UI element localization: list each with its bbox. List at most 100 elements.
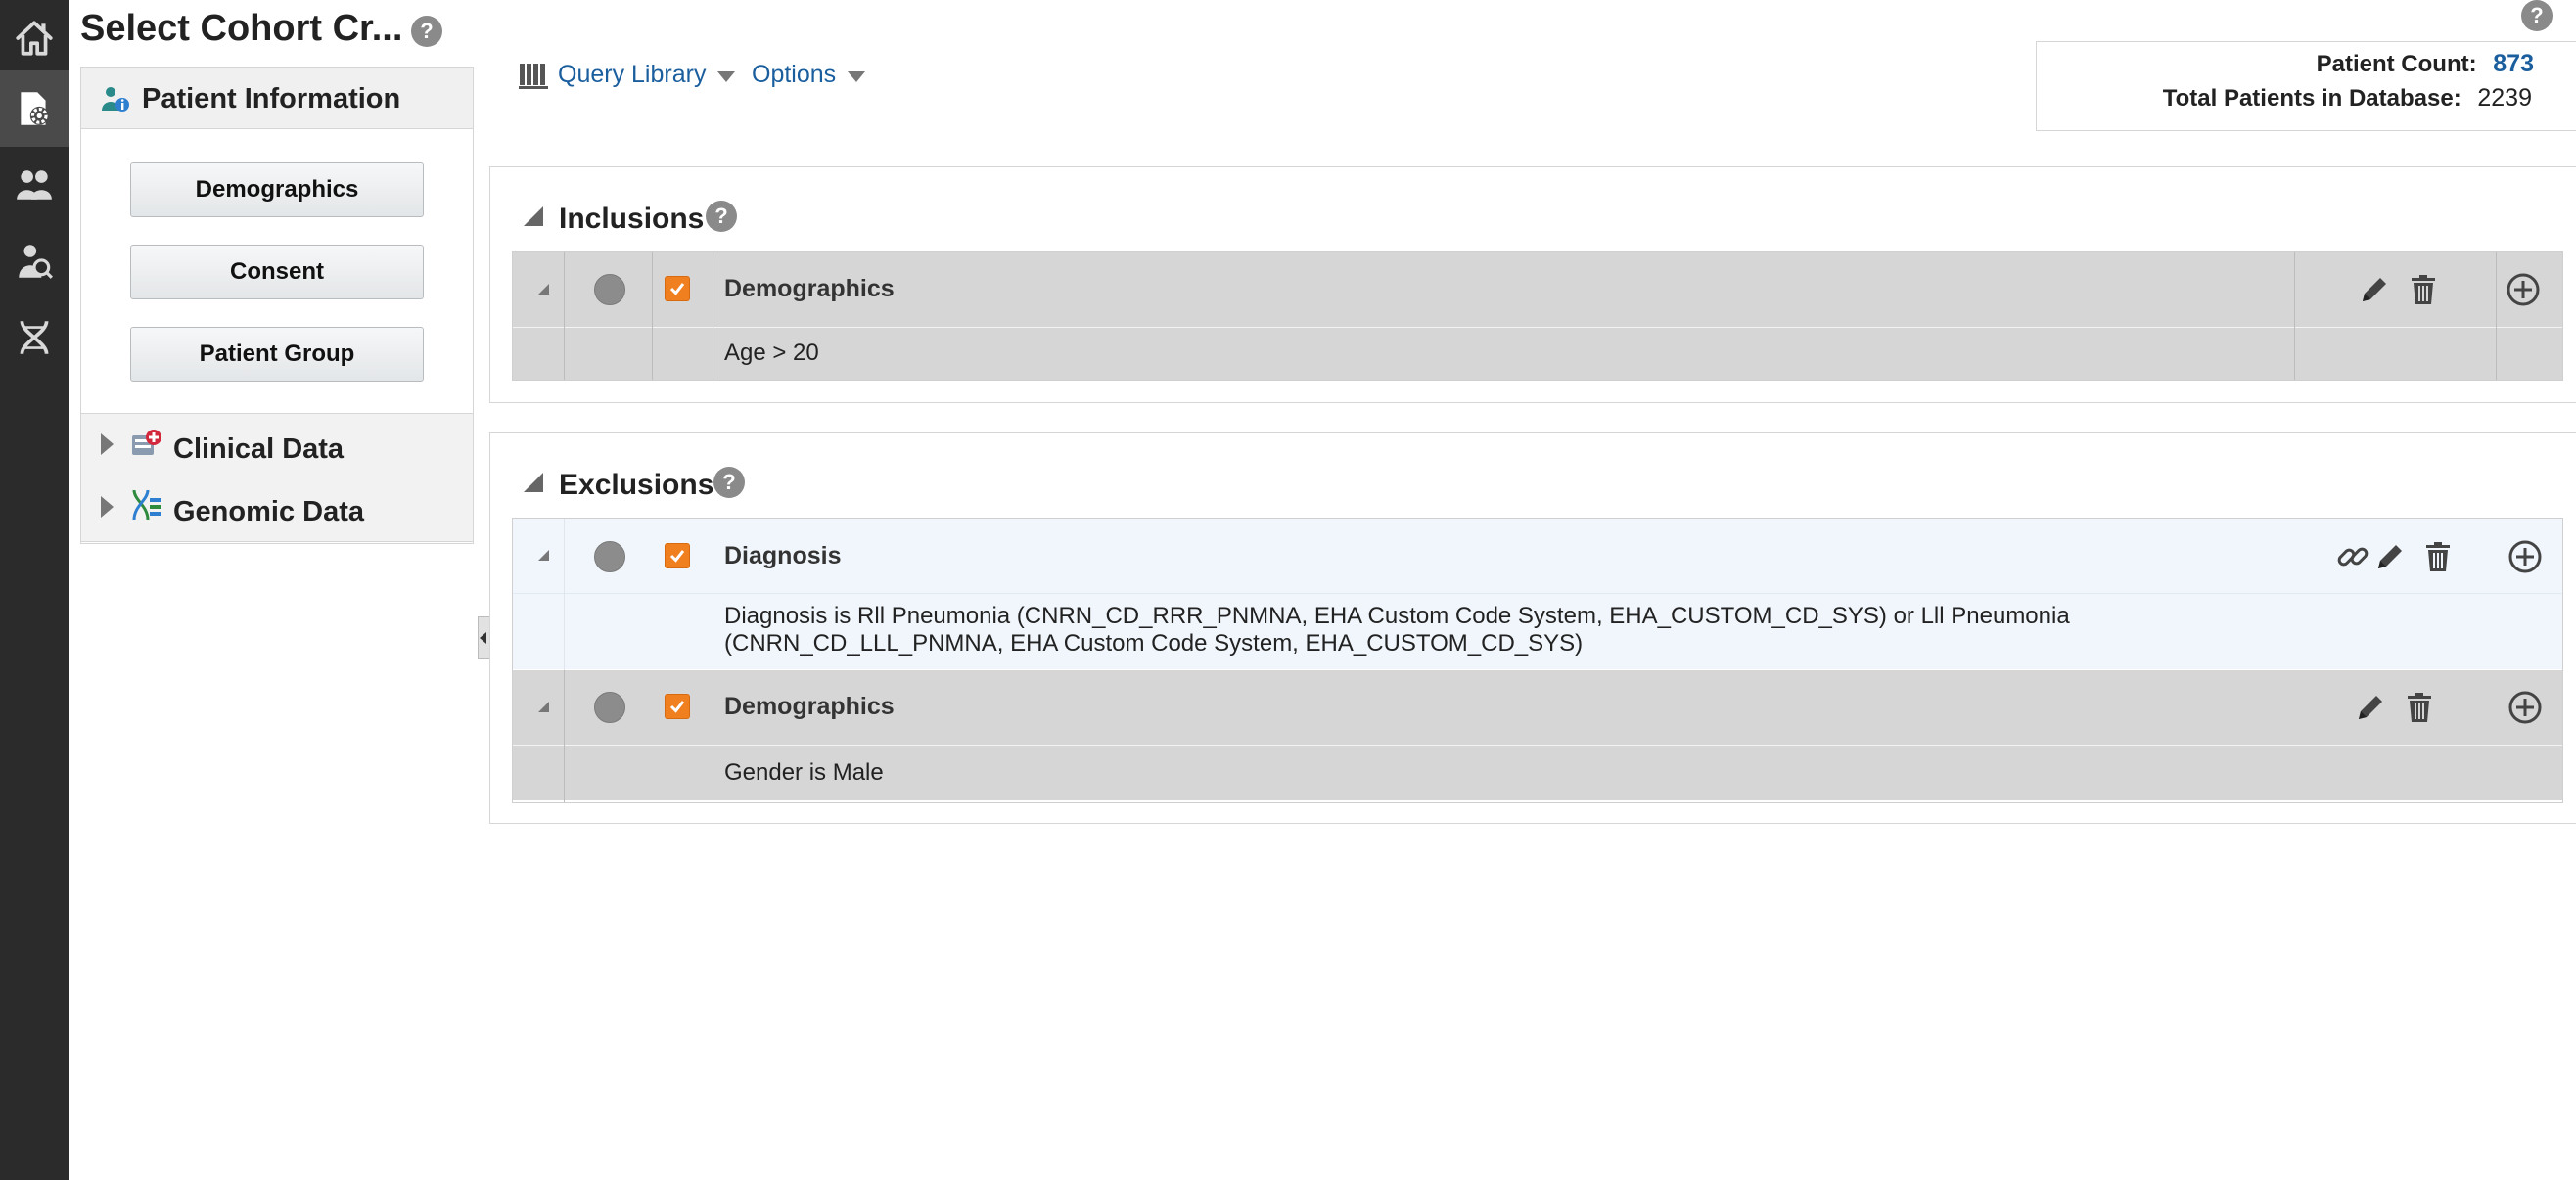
patient-count-label: Patient Count: xyxy=(2316,51,2477,77)
criterion-row[interactable]: Diagnosis xyxy=(513,519,2562,593)
add-circle-icon xyxy=(2507,273,2540,306)
consent-button[interactable]: Consent xyxy=(130,245,424,299)
expand-arrow-icon xyxy=(101,496,114,518)
query-library-label: Query Library xyxy=(558,61,707,88)
trash-icon xyxy=(2412,275,2435,304)
criterion-detail-row: Gender is Male xyxy=(513,746,2562,800)
criterion-row[interactable]: Demographics xyxy=(513,670,2562,745)
nav-home[interactable] xyxy=(0,0,69,76)
criterion-detail-row: Age > 20 xyxy=(513,328,2562,380)
page-title: Select Cohort Cr... xyxy=(80,8,403,49)
inclusions-help-icon[interactable]: ? xyxy=(706,201,737,232)
criterion-detail-row: Diagnosis is Rll Pneumonia (CNRN_CD_RRR_… xyxy=(513,594,2562,669)
pencil-icon xyxy=(2363,278,2386,301)
genomic-data-icon xyxy=(132,489,161,521)
column-divider xyxy=(564,670,565,802)
patient-info-icon xyxy=(102,87,129,112)
criterion-radio[interactable] xyxy=(594,692,625,723)
total-patients-value: 2239 xyxy=(2477,84,2532,112)
genomic-data-label: Genomic Data xyxy=(173,496,364,527)
row-divider xyxy=(513,745,2562,746)
criterion-checkbox[interactable] xyxy=(665,543,690,568)
patient-count-row: Patient Count: 873 xyxy=(2317,50,2534,78)
criteria-panel: Patient Information Demographics Consent… xyxy=(80,67,474,544)
dna-icon xyxy=(20,320,49,355)
accordion-patient-information[interactable]: Patient Information xyxy=(81,68,473,129)
column-divider xyxy=(652,252,653,380)
inclusions-title: Inclusions xyxy=(559,203,705,235)
criterion-radio[interactable] xyxy=(594,274,625,305)
collapse-section-icon[interactable] xyxy=(524,473,543,492)
column-divider xyxy=(2294,252,2295,380)
chevron-down-icon xyxy=(717,71,736,82)
cohort-settings-icon xyxy=(21,92,49,125)
collapse-row-icon[interactable] xyxy=(538,702,549,712)
query-library-menu[interactable]: Query Library xyxy=(519,61,736,89)
criterion-detail-line1: Diagnosis is Rll Pneumonia (CNRN_CD_RRR_… xyxy=(724,603,2070,629)
demographics-button[interactable]: Demographics xyxy=(130,162,424,217)
exclusions-title: Exclusions xyxy=(559,469,714,501)
exclusions-grid: Diagnosis Diagnosis is Rll Pneumonia (CN… xyxy=(512,518,2563,803)
criterion-checkbox[interactable] xyxy=(665,276,690,301)
trash-icon xyxy=(2426,542,2450,571)
patient-group-button[interactable]: Patient Group xyxy=(130,327,424,382)
collapse-row-icon[interactable] xyxy=(538,550,549,561)
title-help-icon[interactable]: ? xyxy=(411,16,442,47)
column-divider xyxy=(2496,252,2497,380)
patient-count-value[interactable]: 873 xyxy=(2493,50,2534,77)
clinical-data-icon xyxy=(132,430,161,455)
checkmark-icon xyxy=(669,701,685,713)
criterion-row[interactable]: Demographics xyxy=(513,252,2562,327)
edit-button[interactable] xyxy=(2357,272,2392,307)
accordion-genomic-data[interactable]: Genomic Data xyxy=(81,477,473,542)
link-icon xyxy=(2337,547,2369,567)
pencil-icon xyxy=(2359,696,2382,719)
pencil-icon xyxy=(2378,545,2402,568)
add-criterion-button[interactable] xyxy=(2506,272,2541,307)
collapse-row-icon[interactable] xyxy=(538,284,549,295)
add-criterion-button[interactable] xyxy=(2507,690,2543,725)
nav-patients[interactable] xyxy=(0,147,69,223)
criterion-radio[interactable] xyxy=(594,541,625,572)
nav-cohort[interactable] xyxy=(0,70,69,147)
criterion-detail-line2: (CNRN_CD_LLL_PNMNA, EHA Custom Code Syst… xyxy=(724,630,1584,657)
row-divider xyxy=(513,593,2562,594)
delete-button[interactable] xyxy=(2406,272,2441,307)
edit-button[interactable] xyxy=(2353,690,2388,725)
home-icon xyxy=(16,21,53,56)
trash-icon xyxy=(2408,693,2431,722)
total-patients-label: Total Patients in Database: xyxy=(2162,85,2461,112)
collapse-section-icon[interactable] xyxy=(524,206,543,226)
criterion-name: Demographics xyxy=(724,275,895,302)
row-divider xyxy=(513,327,2562,328)
delete-button[interactable] xyxy=(2402,690,2437,725)
patients-icon xyxy=(17,170,52,200)
options-menu[interactable]: Options xyxy=(752,61,866,89)
checkmark-icon xyxy=(669,283,685,295)
delete-button[interactable] xyxy=(2420,539,2456,574)
edit-button[interactable] xyxy=(2372,539,2408,574)
add-criterion-button[interactable] xyxy=(2507,539,2543,574)
nav-rail xyxy=(0,0,69,1180)
total-patients-row: Total Patients in Database: 2239 xyxy=(2163,84,2532,113)
link-button[interactable] xyxy=(2335,539,2370,574)
inclusions-section: Inclusions ? Demographics Age > 20 xyxy=(489,166,2576,403)
criterion-detail: Age > 20 xyxy=(724,340,819,366)
checkmark-icon xyxy=(669,550,685,563)
researcher-icon xyxy=(19,245,53,279)
chevron-down-icon xyxy=(848,71,866,82)
patient-information-label: Patient Information xyxy=(142,83,401,114)
exclusions-help-icon[interactable]: ? xyxy=(713,467,745,498)
column-divider xyxy=(564,519,565,670)
nav-genomics[interactable] xyxy=(0,299,69,376)
criterion-name: Demographics xyxy=(724,693,895,720)
criterion-checkbox[interactable] xyxy=(665,694,690,719)
page-help-icon[interactable]: ? xyxy=(2521,0,2553,31)
column-divider xyxy=(564,252,565,380)
inclusions-grid: Demographics Age > 20 xyxy=(512,251,2563,381)
options-label: Options xyxy=(752,61,837,88)
library-books-icon xyxy=(519,63,548,89)
nav-research[interactable] xyxy=(0,223,69,299)
accordion-clinical-data[interactable]: Clinical Data xyxy=(81,413,473,477)
criterion-name: Diagnosis xyxy=(724,542,842,569)
